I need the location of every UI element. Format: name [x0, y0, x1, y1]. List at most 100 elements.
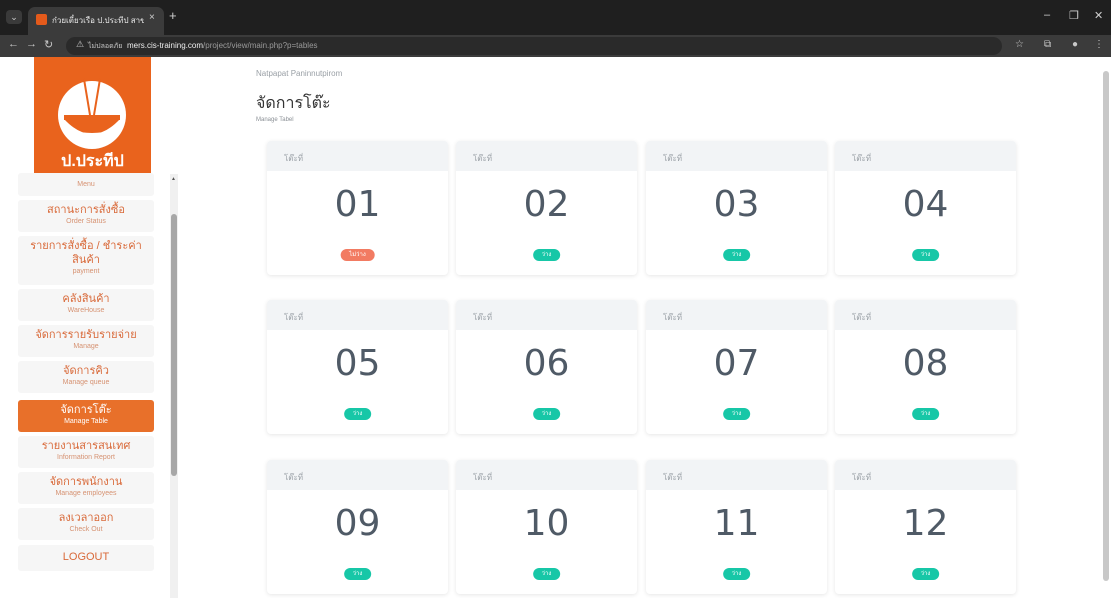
- browser-tab[interactable]: ก๋วยเตี๋ยวเรือ ป.ประทีป สาขาจัดผมผม ×: [28, 7, 164, 35]
- sidebar-item-menu[interactable]: Menu: [18, 173, 154, 196]
- status-badge[interactable]: ว่าง: [722, 249, 751, 261]
- main-scroll-thumb[interactable]: [1103, 71, 1109, 581]
- table-card[interactable]: โต๊ะที่ 11 ว่าง: [646, 460, 827, 594]
- new-tab-icon[interactable]: +: [169, 8, 177, 23]
- sidebar-item-sublabel: Manage employees: [55, 490, 117, 497]
- sidebar-item-label: รายการสั่งซื้อ / ชำระค่า: [30, 240, 142, 252]
- sidebar-item-label: จัดการพนักงาน: [49, 476, 123, 488]
- sidebar-item-information-report[interactable]: รายงานสารสนเทศ Information Report: [18, 436, 154, 468]
- table-card[interactable]: โต๊ะที่ 04 ว่าง: [835, 141, 1016, 275]
- profile-icon[interactable]: ●: [1072, 39, 1078, 50]
- sidebar-item-sublabel: Manage Table: [64, 418, 108, 425]
- not-secure-label[interactable]: ไม่ปลอดภัย: [88, 41, 122, 52]
- tab-menu-icon[interactable]: ⌄: [6, 10, 22, 24]
- sidebar-item-order-status[interactable]: สถานะการสั่งซื้อ Order Status: [18, 200, 154, 232]
- sidebar-item-manage-queue[interactable]: จัดการคิว Manage queue: [18, 361, 154, 393]
- tab-close-icon[interactable]: ×: [149, 12, 155, 23]
- warning-icon[interactable]: ⚠: [76, 39, 84, 50]
- sidebar-item-sublabel: Manage queue: [62, 379, 110, 386]
- maximize-icon[interactable]: ❐: [1069, 9, 1079, 22]
- table-number: 01: [334, 184, 381, 225]
- status-badge[interactable]: ว่าง: [911, 568, 940, 580]
- kebab-menu-icon[interactable]: ⋮: [1094, 39, 1104, 50]
- sidebar-item-manage-employees[interactable]: จัดการพนักงาน Manage employees: [18, 472, 154, 504]
- page-title: จัดการโต๊ะ: [256, 95, 331, 112]
- table-card-label: โต๊ะที่: [456, 460, 637, 490]
- sidebar-scrollbar[interactable]: ▲: [170, 174, 178, 598]
- reload-icon[interactable]: ↻: [44, 38, 53, 51]
- table-card-label: โต๊ะที่: [456, 141, 637, 171]
- sidebar-item-payment[interactable]: รายการสั่งซื้อ / ชำระค่า สินค้า payment: [18, 236, 154, 285]
- table-card-label: โต๊ะที่: [646, 460, 827, 490]
- status-badge[interactable]: ว่าง: [532, 568, 561, 580]
- close-window-icon[interactable]: ✕: [1094, 9, 1103, 22]
- sidebar-item-sublabel: WareHouse: [67, 307, 105, 314]
- table-card[interactable]: โต๊ะที่ 12 ว่าง: [835, 460, 1016, 594]
- table-card-label: โต๊ะที่: [267, 300, 448, 330]
- table-card[interactable]: โต๊ะที่ 09 ว่าง: [267, 460, 448, 594]
- status-badge[interactable]: ว่าง: [343, 568, 372, 580]
- table-number: 05: [334, 343, 381, 384]
- sidebar-item-sublabel: payment: [72, 268, 100, 275]
- table-number: 10: [523, 503, 570, 544]
- sidebar-item-sublabel: Order Status: [66, 218, 106, 225]
- minimize-icon[interactable]: –: [1044, 9, 1050, 21]
- sidebar-item-sublabel: Information Report: [57, 454, 115, 461]
- favicon-icon: [36, 14, 47, 25]
- status-badge[interactable]: ว่าง: [722, 408, 751, 420]
- table-card-label: โต๊ะที่: [456, 300, 637, 330]
- forward-icon[interactable]: →: [26, 38, 37, 50]
- table-card[interactable]: โต๊ะที่ 06 ว่าง: [456, 300, 637, 434]
- status-badge[interactable]: ว่าง: [722, 568, 751, 580]
- table-card-label: โต๊ะที่: [267, 460, 448, 490]
- url-field[interactable]: ⚠ ไม่ปลอดภัย mers.cis-training.com/proje…: [66, 37, 1002, 55]
- table-card-label: โต๊ะที่: [835, 460, 1016, 490]
- table-number: 08: [902, 343, 949, 384]
- sidebar-scroll-thumb[interactable]: [171, 214, 177, 476]
- logo[interactable]: ก๋วยเตี๋ยวเรือ ป.ประทีป: [34, 57, 151, 173]
- sidebar-item-label: จัดการโต๊ะ: [60, 404, 112, 416]
- scroll-up-icon[interactable]: ▲: [171, 176, 176, 182]
- table-card[interactable]: โต๊ะที่ 01 ไม่ว่าง: [267, 141, 448, 275]
- status-badge[interactable]: ไม่ว่าง: [340, 249, 375, 261]
- sidebar-item-sublabel: Manage: [73, 343, 99, 350]
- sidebar-item-manage-table[interactable]: จัดการโต๊ะ Manage Table: [18, 400, 154, 432]
- url-host: mers.cis-training.com: [127, 41, 204, 50]
- url-text: mers.cis-training.com/project/view/main.…: [127, 41, 318, 50]
- tab-title: ก๋วยเตี๋ยวเรือ ป.ประทีป สาขาจัดผมผม: [52, 16, 144, 25]
- main-scrollbar[interactable]: [1100, 57, 1111, 598]
- table-number: 04: [902, 184, 949, 225]
- status-badge[interactable]: ว่าง: [532, 249, 561, 261]
- star-icon[interactable]: ☆: [1015, 39, 1024, 50]
- table-card-label: โต๊ะที่: [835, 141, 1016, 171]
- table-card[interactable]: โต๊ะที่ 08 ว่าง: [835, 300, 1016, 434]
- table-card[interactable]: โต๊ะที่ 03 ว่าง: [646, 141, 827, 275]
- sidebar-item-warehouse[interactable]: คลังสินค้า WareHouse: [18, 289, 154, 321]
- logout-button[interactable]: LOGOUT: [18, 545, 154, 571]
- table-number: 12: [902, 503, 949, 544]
- browser-tab-bar: ⌄ ก๋วยเตี๋ยวเรือ ป.ประทีป สาขาจัดผมผม × …: [0, 0, 1111, 35]
- table-card[interactable]: โต๊ะที่ 07 ว่าง: [646, 300, 827, 434]
- sidebar-item-manage-finance[interactable]: จัดการรายรับรายจ่าย Manage: [18, 325, 154, 357]
- logout-label: LOGOUT: [62, 551, 110, 563]
- back-icon[interactable]: ←: [8, 38, 19, 50]
- address-bar: ← → ↻ ⚠ ไม่ปลอดภัย mers.cis-training.com…: [0, 35, 1111, 57]
- table-card-label: โต๊ะที่: [646, 141, 827, 171]
- sidebar-item-sublabel: Menu: [77, 181, 95, 188]
- status-badge[interactable]: ว่าง: [343, 408, 372, 420]
- table-card-label: โต๊ะที่: [267, 141, 448, 171]
- page-subtitle: Manage Tabel: [256, 117, 294, 123]
- table-card-label: โต๊ะที่: [646, 300, 827, 330]
- table-card[interactable]: โต๊ะที่ 02 ว่าง: [456, 141, 637, 275]
- table-card[interactable]: โต๊ะที่ 05 ว่าง: [267, 300, 448, 434]
- table-card[interactable]: โต๊ะที่ 10 ว่าง: [456, 460, 637, 594]
- sidebar-item-label-line2: สินค้า: [72, 254, 100, 266]
- sidebar-item-check-out[interactable]: ลงเวลาออก Check Out: [18, 508, 154, 540]
- table-number: 06: [523, 343, 570, 384]
- status-badge[interactable]: ว่าง: [911, 408, 940, 420]
- extensions-icon[interactable]: ⧉: [1044, 39, 1051, 50]
- sidebar-item-label: จัดการคิว: [63, 365, 109, 377]
- status-badge[interactable]: ว่าง: [532, 408, 561, 420]
- sidebar-item-label: ลงเวลาออก: [58, 512, 114, 524]
- status-badge[interactable]: ว่าง: [911, 249, 940, 261]
